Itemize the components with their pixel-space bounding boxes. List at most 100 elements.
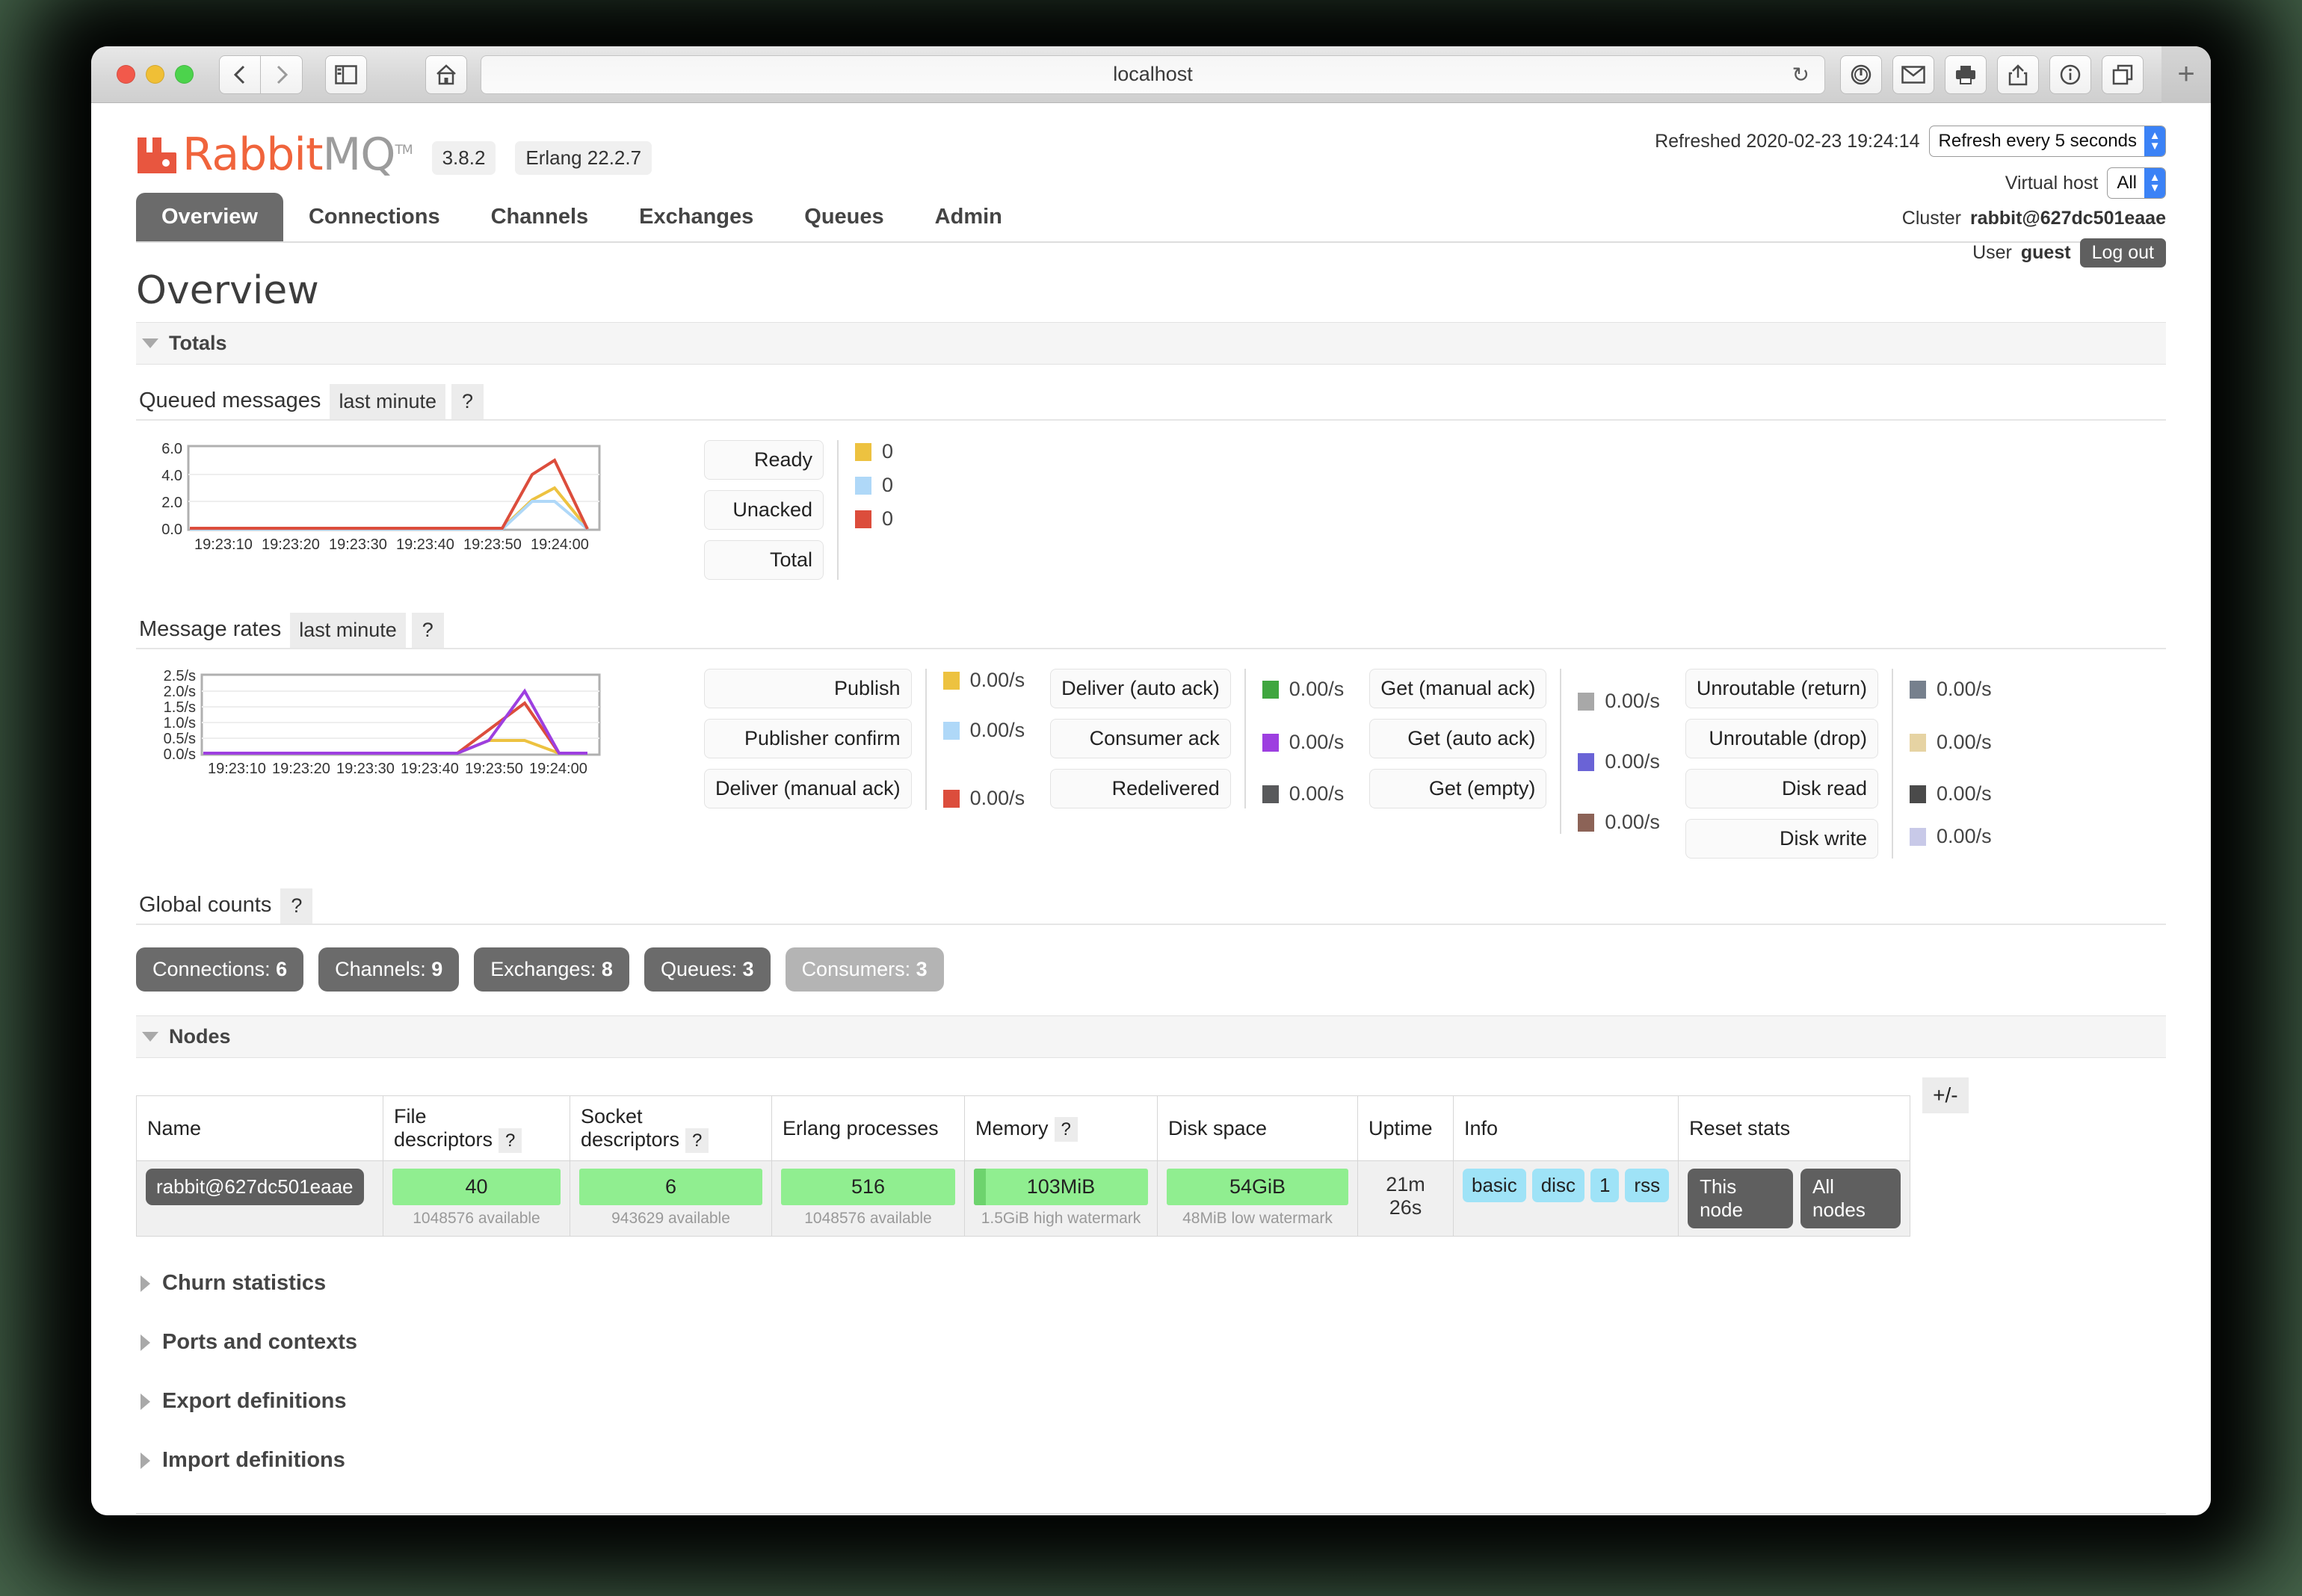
legend-get-manual-ack[interactable]: Get (manual ack) [1369, 669, 1547, 708]
count-consumers[interactable]: Consumers: 3 [785, 947, 944, 992]
section-import-definitions[interactable]: Import definitions [141, 1448, 2166, 1473]
tab-exchanges[interactable]: Exchanges [614, 193, 779, 241]
global-counts-help-icon[interactable]: ? [280, 888, 313, 924]
svg-text:19:23:50: 19:23:50 [465, 761, 523, 777]
value-get-empty: 0.00/s [1605, 811, 1660, 833]
disk-space-gauge: 54GiB [1167, 1169, 1348, 1205]
info-button[interactable] [2049, 55, 2091, 94]
count-connections[interactable]: Connections: 6 [136, 947, 304, 992]
refresh-interval-select[interactable]: Refresh every 5 seconds ▲ ▼ [1928, 126, 2166, 157]
legend-unacked[interactable]: Unacked [704, 490, 824, 530]
rabbitmq-logo[interactable]: RabbitMQTM [136, 129, 413, 181]
erlang-processes-sub: 1048576 available [804, 1210, 932, 1227]
section-export-definitions[interactable]: Export definitions [141, 1389, 2166, 1414]
info-chip-disc[interactable]: disc [1531, 1169, 1584, 1202]
reset-this-node-button[interactable]: This node [1688, 1169, 1794, 1228]
count-channels-label: Channels: [335, 958, 426, 980]
share-button[interactable] [1997, 55, 2039, 94]
legend-get-empty[interactable]: Get (empty) [1369, 769, 1547, 808]
cell-uptime: 21m 26s [1357, 1160, 1454, 1237]
info-chip-rss[interactable]: rss [1625, 1169, 1670, 1202]
legend-ready[interactable]: Ready [704, 440, 824, 480]
svg-text:19:24:00: 19:24:00 [529, 761, 587, 777]
value-ready: 0 [882, 440, 894, 463]
home-button[interactable] [425, 55, 467, 94]
share-icon [2008, 64, 2028, 85]
reset-all-nodes-button[interactable]: All nodes [1800, 1169, 1901, 1228]
legend-consumer-ack[interactable]: Consumer ack [1050, 719, 1231, 758]
count-channels[interactable]: Channels: 9 [318, 947, 460, 992]
legend-disk-write[interactable]: Disk write [1685, 819, 1879, 859]
file-descriptors-help-icon[interactable]: ? [499, 1128, 522, 1153]
swatch-ready-icon [855, 442, 871, 461]
tab-overview-button[interactable] [2102, 55, 2144, 94]
legend-unroutable-drop[interactable]: Unroutable (drop) [1685, 719, 1879, 758]
back-button[interactable] [219, 55, 261, 94]
sidebar-toggle-button[interactable] [325, 55, 367, 94]
legend-get-auto-ack[interactable]: Get (auto ack) [1369, 719, 1547, 758]
queued-messages-help-icon[interactable]: ? [451, 384, 484, 419]
swatch-deliver-manual-ack-icon [942, 789, 960, 808]
message-rates-help-icon[interactable]: ? [411, 613, 444, 648]
tab-queues[interactable]: Queues [779, 193, 909, 241]
totals-section-header[interactable]: Totals [136, 322, 2166, 365]
value-deliver-manual-ack: 0.00/s [969, 787, 1025, 809]
tab-channels[interactable]: Channels [466, 193, 614, 241]
message-rates-title: Message rates [139, 617, 282, 641]
legend-total[interactable]: Total [704, 540, 824, 580]
cell-disk-space: 54GiB 48MiB low watermark [1157, 1160, 1358, 1237]
info-chip-basic[interactable]: basic [1463, 1169, 1526, 1202]
legend-unroutable-return[interactable]: Unroutable (return) [1685, 669, 1879, 708]
vhost-select[interactable]: All ▲ ▼ [2107, 167, 2166, 199]
print-button[interactable] [1945, 55, 1987, 94]
nodes-section-header[interactable]: Nodes [136, 1015, 2166, 1058]
cell-file-descriptors: 40 1048576 available [383, 1160, 570, 1237]
legend-value-ready: 0 [855, 440, 893, 463]
close-window-button[interactable] [117, 65, 135, 84]
rates-legend-names-4: Unroutable (return) Unroutable (drop) Di… [1685, 669, 1892, 859]
section-ports-and-contexts[interactable]: Ports and contexts [141, 1330, 2166, 1355]
legend-publish[interactable]: Publish [704, 669, 912, 708]
ports-and-contexts-label: Ports and contexts [162, 1330, 358, 1354]
legend-redelivered[interactable]: Redelivered [1050, 769, 1231, 808]
message-rates-period[interactable]: last minute [290, 613, 406, 648]
file-descriptors-sub: 1048576 available [413, 1210, 540, 1227]
col-disk-space: Disk space [1157, 1095, 1358, 1161]
info-chip-count[interactable]: 1 [1590, 1169, 1620, 1202]
tab-connections[interactable]: Connections [283, 193, 466, 241]
cell-erlang-processes: 516 1048576 available [771, 1160, 965, 1237]
queued-messages-period[interactable]: last minute [330, 384, 445, 419]
section-churn-statistics[interactable]: Churn statistics [141, 1271, 2166, 1296]
count-exchanges[interactable]: Exchanges: 8 [474, 947, 629, 992]
legend-disk-read[interactable]: Disk read [1685, 769, 1879, 808]
file-descriptors-value: 40 [465, 1175, 488, 1198]
reader-button[interactable] [1840, 55, 1882, 94]
new-tab-button[interactable]: + [2161, 46, 2211, 103]
count-queues[interactable]: Queues: 3 [644, 947, 771, 992]
maximize-window-button[interactable] [175, 65, 194, 84]
columns-toggle-button[interactable]: +/- [1922, 1077, 1969, 1113]
reload-icon[interactable]: ↻ [1792, 62, 1809, 87]
svg-text:2.0: 2.0 [161, 495, 182, 511]
forward-button[interactable] [261, 55, 303, 94]
svg-text:19:23:20: 19:23:20 [262, 536, 320, 553]
value-row-disk-write: 0.00/s [1910, 825, 1992, 848]
vhost-label: Virtual host [2005, 172, 2099, 194]
mail-button[interactable] [1892, 55, 1934, 94]
vhost-value: All [2117, 173, 2137, 193]
tab-overview[interactable]: Overview [136, 193, 283, 241]
count-exchanges-label: Exchanges: [490, 958, 596, 980]
browser-toolbar: localhost ↻ + [91, 46, 2211, 103]
tab-admin[interactable]: Admin [910, 193, 1028, 241]
cell-node-name: rabbit@627dc501eaae [136, 1160, 383, 1237]
memory-help-icon[interactable]: ? [1054, 1116, 1078, 1142]
socket-descriptors-help-icon[interactable]: ? [685, 1128, 709, 1153]
legend-deliver-auto-ack[interactable]: Deliver (auto ack) [1050, 669, 1231, 708]
address-bar[interactable]: localhost ↻ [481, 55, 1825, 94]
legend-deliver-manual-ack[interactable]: Deliver (manual ack) [704, 769, 912, 808]
legend-publisher-confirm[interactable]: Publisher confirm [704, 719, 912, 758]
logout-button[interactable]: Log out [2079, 238, 2166, 267]
value-row-unroutable-return: 0.00/s [1910, 678, 1992, 701]
minimize-window-button[interactable] [146, 65, 164, 84]
node-name-badge[interactable]: rabbit@627dc501eaae [146, 1169, 364, 1205]
